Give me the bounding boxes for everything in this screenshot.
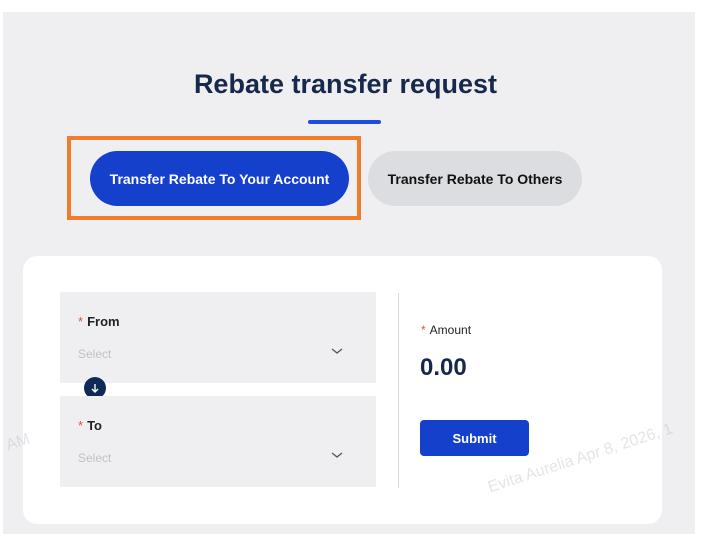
page-title: Rebate transfer request xyxy=(193,69,498,99)
to-placeholder: Select xyxy=(78,451,112,465)
amount-value[interactable]: 0.00 xyxy=(420,354,467,382)
tab-transfer-to-others[interactable]: Transfer Rebate To Others xyxy=(368,151,582,206)
tab-transfer-to-your-account[interactable]: Transfer Rebate To Your Account xyxy=(90,151,349,206)
submit-button[interactable]: Submit xyxy=(420,420,529,456)
required-mark: * xyxy=(78,418,84,433)
from-select[interactable]: * From Select xyxy=(60,292,376,383)
title-underline xyxy=(308,120,381,124)
divider xyxy=(398,293,399,488)
chevron-down-icon xyxy=(331,452,343,458)
to-select[interactable]: * To Select xyxy=(60,396,376,487)
to-label: * To xyxy=(78,418,102,433)
from-label: * From xyxy=(78,314,120,329)
chevron-down-icon xyxy=(331,348,343,354)
from-placeholder: Select xyxy=(78,347,112,361)
amount-label: * Amount xyxy=(421,323,472,337)
transfer-form-card: * From Select * To Select * Amount 0.00 Sub… xyxy=(23,256,662,524)
required-mark: * xyxy=(78,314,84,329)
